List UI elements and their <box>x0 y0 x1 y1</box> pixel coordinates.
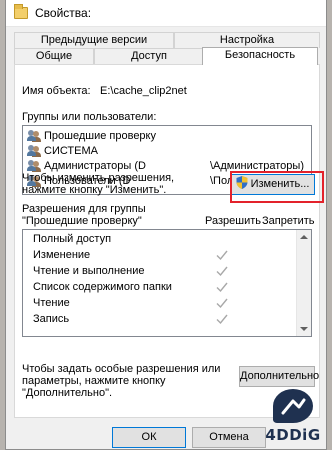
users-icon <box>27 160 41 172</box>
advanced-hint-line-3: "Дополнительно". <box>22 387 113 399</box>
object-name-label: Имя объекта: <box>22 85 91 97</box>
object-name-value: E:\cache_clip2net <box>100 85 187 97</box>
scroll-up-arrow-icon[interactable] <box>300 235 308 239</box>
change-hint-line-1: Чтобы изменить разрешения, <box>22 172 175 184</box>
advanced-hint-line-2: параметры, нажмите кнопку <box>22 375 166 387</box>
title-bar: Свойства: <box>6 0 326 27</box>
tab-general[interactable]: Общие <box>14 48 94 64</box>
brand-logo-icon <box>273 389 313 423</box>
permission-row: Полный доступ <box>33 233 112 245</box>
permission-row: Изменение <box>27 248 299 264</box>
permissions-title-line-1: Разрешения для группы <box>22 203 146 215</box>
deny-column-header: Запретить <box>262 215 315 227</box>
advanced-hint-line-1: Чтобы задать особые разрешения или <box>22 363 221 375</box>
allow-column-header: Разрешить <box>205 215 261 227</box>
advanced-button[interactable]: Дополнительно <box>239 366 319 387</box>
users-icon <box>27 145 41 157</box>
scroll-down-arrow-icon[interactable] <box>300 327 308 331</box>
permission-row: Чтение и выполнение <box>27 264 299 280</box>
ok-button[interactable]: ОК <box>112 427 186 448</box>
permissions-title-line-2: "Прошедшие проверку" <box>22 215 142 227</box>
tabs-row-1: Предыдущие версии Настройка <box>14 32 320 48</box>
list-item[interactable]: СИСТЕМА <box>27 144 297 159</box>
cancel-button[interactable]: Отмена <box>192 427 266 448</box>
permission-row: Список содержимого папки <box>27 280 299 296</box>
allow-check-icon <box>216 266 228 277</box>
brand-watermark: 4DDiG <box>260 389 326 445</box>
permission-row: Запись <box>27 312 299 328</box>
security-panel: Имя объекта: E:\cache_clip2net Группы ил… <box>14 64 320 418</box>
tabs-row-2: Общие Доступ Безопасность <box>14 47 320 65</box>
tab-previous-versions[interactable]: Предыдущие версии <box>14 32 174 48</box>
allow-check-icon <box>216 314 228 325</box>
groups-label: Группы или пользователи: <box>22 111 157 123</box>
permissions-scrollbar[interactable] <box>296 230 311 336</box>
tab-sharing[interactable]: Доступ <box>94 48 204 64</box>
permission-row: Чтение <box>27 296 299 312</box>
list-item[interactable]: Прошедшие проверку <box>27 129 297 144</box>
folder-icon <box>14 4 28 19</box>
permissions-list[interactable]: Полный доступ Изменение Чтение и выполне… <box>22 229 312 337</box>
edit-button-highlight <box>230 171 324 203</box>
tab-security[interactable]: Безопасность <box>202 47 318 65</box>
window-title: Свойства: <box>35 6 92 20</box>
allow-check-icon <box>216 282 228 293</box>
properties-dialog: Свойства: Предыдущие версии Настройка Об… <box>5 0 327 450</box>
brand-name: 4DDiG <box>265 426 321 444</box>
allow-check-icon <box>216 298 228 309</box>
users-icon <box>27 130 41 142</box>
tab-customize[interactable]: Настройка <box>174 32 320 48</box>
change-hint-line-2: нажмите кнопку "Изменить". <box>22 184 167 196</box>
allow-check-icon <box>216 250 228 261</box>
